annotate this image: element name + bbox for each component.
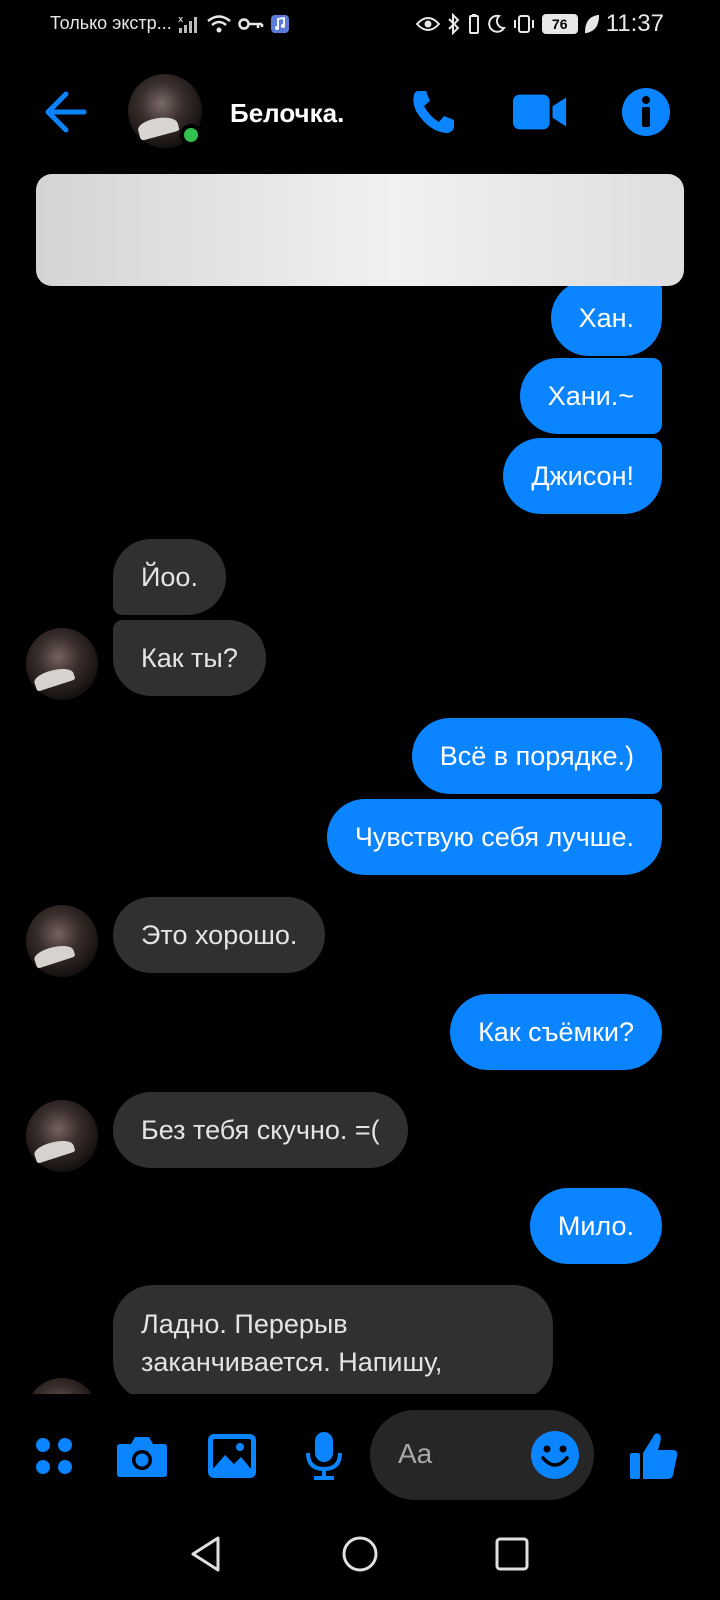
system-nav-bar — [0, 1512, 720, 1600]
vibrate-battery-icon — [468, 14, 479, 34]
status-left: Только экстр... x — [50, 13, 290, 34]
banner-image[interactable] — [36, 174, 684, 286]
emoji-button[interactable] — [530, 1430, 580, 1480]
gallery-icon — [208, 1434, 256, 1478]
carrier-text: Только экстр... — [50, 13, 172, 33]
camera-icon — [117, 1437, 167, 1477]
sender-avatar[interactable] — [26, 1378, 98, 1394]
key-icon — [237, 17, 263, 30]
message-bubble-incoming[interactable]: Без тебя скучно. =( — [113, 1092, 408, 1168]
composer-bar: Aa — [0, 1394, 720, 1512]
message-bubble-outgoing[interactable]: Хани.~ — [519, 358, 662, 434]
message-bubble-outgoing[interactable]: Чувствую себя лучше. — [326, 799, 662, 875]
info-icon — [622, 88, 670, 136]
message-bubble-incoming[interactable]: Йоо. — [113, 539, 226, 615]
message-bubble-incoming[interactable]: Ладно. Перерыв заканчивается. Напишу, — [113, 1285, 553, 1394]
phone-icon — [413, 91, 454, 133]
apps-button[interactable] — [28, 1430, 80, 1482]
wifi-icon — [206, 14, 231, 32]
video-camera-icon — [512, 94, 567, 130]
music-app-icon — [270, 14, 289, 33]
nav-back-button[interactable] — [184, 1532, 228, 1576]
online-indicator — [180, 124, 202, 146]
message-input[interactable]: Aa — [370, 1410, 594, 1500]
camera-button[interactable] — [116, 1430, 168, 1482]
like-button[interactable] — [628, 1430, 680, 1482]
eye-icon — [415, 17, 440, 31]
message-list[interactable]: Хан. Хани.~ Джисон! Йоо. Как ты? Всё в п… — [0, 286, 720, 1394]
message-bubble-outgoing[interactable]: Как съёмки? — [450, 994, 662, 1070]
message-bubble-outgoing[interactable]: Всё в порядке.) — [411, 718, 662, 794]
message-bubble-outgoing[interactable]: Мило. — [529, 1188, 662, 1264]
back-arrow-icon — [45, 91, 87, 133]
status-right: 76 11:37 — [415, 10, 664, 38]
sender-avatar[interactable] — [26, 628, 98, 700]
emoji-icon — [531, 1431, 579, 1479]
leaf-icon — [584, 14, 599, 34]
message-bubble-incoming[interactable]: Как ты? — [113, 620, 266, 696]
back-button[interactable] — [40, 84, 96, 140]
thumbs-up-icon — [630, 1433, 678, 1479]
microphone-icon — [306, 1432, 342, 1480]
battery-icon: 76 — [541, 14, 578, 34]
message-bubble-outgoing[interactable]: Джисон! — [503, 438, 662, 514]
message-bubble-incoming[interactable]: Это хорошо. — [113, 897, 326, 973]
vibrate-icon — [513, 15, 534, 33]
nav-home-button[interactable] — [338, 1532, 382, 1576]
svg-text:x: x — [178, 15, 184, 25]
recents-square-icon — [495, 1537, 529, 1571]
video-call-button[interactable] — [512, 84, 568, 140]
gallery-button[interactable] — [206, 1430, 258, 1482]
contact-name[interactable]: Белочка. — [230, 98, 344, 129]
voice-message-button[interactable] — [298, 1430, 350, 1482]
back-triangle-icon — [191, 1536, 220, 1572]
bluetooth-icon — [448, 13, 460, 35]
home-circle-icon — [342, 1536, 378, 1572]
apps-grid-icon — [36, 1438, 72, 1474]
moon-icon — [487, 14, 506, 33]
signal-off-icon: x — [178, 15, 197, 33]
message-input-placeholder: Aa — [398, 1438, 433, 1469]
sender-avatar[interactable] — [26, 1100, 98, 1172]
status-bar: Только экстр... x 76 11:37 — [0, 0, 720, 50]
message-bubble-outgoing[interactable]: Хан. — [550, 286, 662, 356]
info-button[interactable] — [618, 84, 674, 140]
nav-recents-button[interactable] — [490, 1532, 534, 1576]
call-button[interactable] — [405, 84, 461, 140]
clock: 11:37 — [605, 10, 664, 37]
sender-avatar[interactable] — [26, 905, 98, 977]
